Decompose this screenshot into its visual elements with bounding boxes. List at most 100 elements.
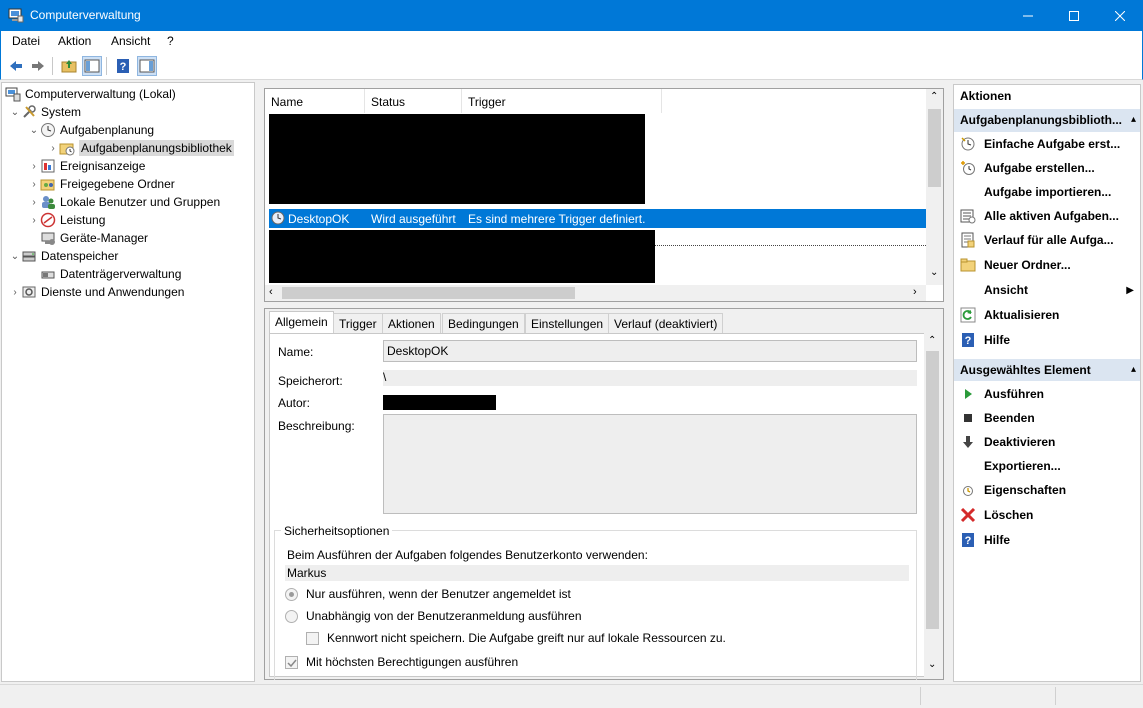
chevron-right-icon[interactable]: › bbox=[913, 286, 917, 298]
chevron-right-icon[interactable]: › bbox=[9, 287, 21, 298]
chevron-right-icon[interactable]: › bbox=[28, 215, 40, 226]
forward-button[interactable] bbox=[28, 56, 48, 76]
menu-ansicht[interactable]: Ansicht bbox=[111, 34, 150, 48]
scrollbar-thumb[interactable] bbox=[928, 109, 941, 187]
radio-button[interactable] bbox=[285, 587, 298, 601]
tree-item-leistung[interactable]: › Leistung bbox=[28, 211, 278, 229]
scrollbar-thumb[interactable] bbox=[926, 351, 939, 629]
clock-icon bbox=[40, 122, 56, 138]
chevron-right-icon[interactable]: › bbox=[28, 197, 40, 208]
close-button[interactable] bbox=[1097, 0, 1143, 31]
action-aufgabe-importieren[interactable]: Aufgabe importieren... bbox=[954, 180, 1140, 204]
section-selected-item[interactable]: Ausgewähltes Element ▴ bbox=[954, 359, 1140, 381]
task-list: Name Status Trigger DesktopOK Wird ausge… bbox=[264, 88, 944, 302]
menu-aktion[interactable]: Aktion bbox=[58, 34, 91, 48]
tree-item-datentraegerverwaltung[interactable]: Datenträgerverwaltung bbox=[40, 265, 290, 283]
tree-item-geraete-manager[interactable]: Geräte-Manager bbox=[40, 229, 290, 247]
chevron-down-icon[interactable]: ⌄ bbox=[9, 107, 21, 118]
cell-name: DesktopOK bbox=[288, 212, 350, 226]
show-hide-console-tree-button[interactable] bbox=[82, 56, 102, 76]
chevron-right-icon[interactable]: › bbox=[28, 161, 40, 172]
details-vertical-scrollbar[interactable]: ⌃ ⌄ bbox=[924, 333, 941, 677]
tab-aktionen[interactable]: Aktionen bbox=[382, 313, 441, 333]
action-eigenschaften[interactable]: Eigenschaften bbox=[954, 478, 1140, 502]
action-verlauf[interactable]: Verlauf für alle Aufga... bbox=[954, 228, 1140, 252]
chevron-right-icon[interactable]: › bbox=[28, 179, 40, 190]
tab-einstellungen[interactable]: Einstellungen bbox=[525, 313, 610, 333]
column-header-name[interactable]: Name bbox=[265, 89, 365, 113]
action-alle-aktiven[interactable]: Alle aktiven Aufgaben... bbox=[954, 204, 1140, 228]
disk-management-icon bbox=[40, 266, 56, 282]
action-aufgabe-erstellen[interactable]: Aufgabe erstellen... bbox=[954, 156, 1140, 180]
name-field[interactable]: DesktopOK bbox=[383, 340, 917, 362]
list-vertical-scrollbar[interactable]: ⌃ ⌄ bbox=[926, 89, 943, 285]
chevron-up-icon[interactable]: ▴ bbox=[1131, 109, 1136, 131]
menu-datei[interactable]: Datei bbox=[12, 34, 40, 48]
chevron-down-icon[interactable]: ⌄ bbox=[930, 267, 938, 278]
action-ausfuehren[interactable]: Ausführen bbox=[954, 382, 1140, 406]
action-ansicht[interactable]: Ansicht ▶ bbox=[954, 278, 1140, 302]
action-beenden[interactable]: Beenden bbox=[954, 406, 1140, 430]
up-folder-button[interactable] bbox=[59, 56, 79, 76]
tree-item-system[interactable]: ⌄ System bbox=[9, 103, 259, 121]
maximize-button[interactable] bbox=[1051, 0, 1097, 31]
shared-folder-icon bbox=[40, 176, 56, 192]
action-loeschen[interactable]: Löschen bbox=[954, 503, 1140, 527]
menu-help[interactable]: ? bbox=[167, 34, 174, 48]
tab-trigger[interactable]: Trigger bbox=[333, 313, 383, 333]
description-field[interactable] bbox=[383, 414, 917, 514]
table-row-selected[interactable]: DesktopOK Wird ausgeführt Es sind mehrer… bbox=[269, 209, 926, 228]
description-label: Beschreibung: bbox=[278, 419, 355, 433]
arrow-left-icon bbox=[10, 61, 22, 71]
help-icon: ? bbox=[117, 59, 129, 73]
tab-verlauf[interactable]: Verlauf (deaktiviert) bbox=[608, 313, 724, 333]
actions-pane: Aktionen Aufgabenplanungsbiblioth... ▴ E… bbox=[953, 84, 1141, 682]
minimize-button[interactable] bbox=[1005, 0, 1051, 31]
tree-item-datenspeicher[interactable]: ⌄ Datenspeicher bbox=[9, 247, 259, 265]
tree-item-aufgabenplanung[interactable]: ⌄ Aufgabenplanung bbox=[28, 121, 278, 139]
tree-item-ereignisanzeige[interactable]: › Ereignisanzeige bbox=[28, 157, 278, 175]
radio-button[interactable] bbox=[285, 609, 298, 623]
arrow-down-icon bbox=[960, 434, 976, 450]
column-header-trigger[interactable]: Trigger bbox=[462, 89, 662, 113]
checkbox-no-password[interactable]: Kennwort nicht speichern. Die Aufgabe gr… bbox=[306, 631, 726, 645]
tab-allgemein[interactable]: Allgemein bbox=[269, 311, 334, 334]
show-hide-action-pane-button[interactable] bbox=[137, 56, 157, 76]
svg-text:?: ? bbox=[120, 61, 127, 73]
chevron-down-icon[interactable]: ⌄ bbox=[28, 125, 40, 136]
help-button[interactable]: ? bbox=[113, 56, 133, 76]
action-aktualisieren[interactable]: Aktualisieren bbox=[954, 303, 1140, 327]
action-hilfe-1[interactable]: ? Hilfe bbox=[954, 328, 1140, 352]
list-horizontal-scrollbar[interactable]: ‹ › bbox=[265, 285, 926, 301]
chevron-down-icon[interactable]: ⌄ bbox=[928, 659, 936, 670]
tree-item-lokale-benutzer[interactable]: › Lokale Benutzer und Gruppen bbox=[28, 193, 278, 211]
checkbox[interactable] bbox=[306, 631, 319, 645]
tree-item-dienste-anwendungen[interactable]: › Dienste und Anwendungen bbox=[9, 283, 259, 301]
chevron-right-icon[interactable]: › bbox=[47, 143, 59, 154]
checkbox-highest-privileges[interactable]: Mit höchsten Berechtigungen ausführen bbox=[285, 655, 518, 669]
radio-independent[interactable]: Unabhängig von der Benutzeranmeldung aus… bbox=[285, 609, 582, 623]
console-tree-icon bbox=[84, 59, 100, 73]
new-folder-icon bbox=[960, 257, 976, 273]
tab-bedingungen[interactable]: Bedingungen bbox=[442, 313, 525, 333]
tree-item-freigegebene-ordner[interactable]: › Freigegebene Ordner bbox=[28, 175, 278, 193]
scrollbar-thumb[interactable] bbox=[282, 287, 575, 299]
chevron-left-icon[interactable]: ‹ bbox=[269, 286, 273, 298]
section-library[interactable]: Aufgabenplanungsbiblioth... ▴ bbox=[954, 109, 1140, 132]
arrow-right-icon bbox=[32, 61, 44, 71]
chevron-up-icon[interactable]: ⌃ bbox=[928, 335, 936, 346]
checkbox[interactable] bbox=[285, 655, 298, 669]
action-einfache-aufgabe[interactable]: Einfache Aufgabe erst... bbox=[954, 132, 1140, 156]
radio-logged-on[interactable]: Nur ausführen, wenn der Benutzer angemel… bbox=[285, 587, 571, 601]
chevron-up-icon[interactable]: ▴ bbox=[1131, 359, 1136, 381]
status-bar bbox=[0, 684, 1143, 708]
chevron-down-icon[interactable]: ⌄ bbox=[9, 251, 21, 262]
action-neuer-ordner[interactable]: Neuer Ordner... bbox=[954, 253, 1140, 277]
chevron-up-icon[interactable]: ⌃ bbox=[930, 91, 938, 102]
tree-item-computerverwaltung[interactable]: Computerverwaltung (Lokal) bbox=[5, 85, 255, 103]
action-exportieren[interactable]: Exportieren... bbox=[954, 454, 1140, 478]
back-button[interactable] bbox=[6, 56, 26, 76]
action-hilfe-2[interactable]: ? Hilfe bbox=[954, 528, 1140, 552]
column-header-status[interactable]: Status bbox=[365, 89, 462, 113]
action-deaktivieren[interactable]: Deaktivieren bbox=[954, 430, 1140, 454]
